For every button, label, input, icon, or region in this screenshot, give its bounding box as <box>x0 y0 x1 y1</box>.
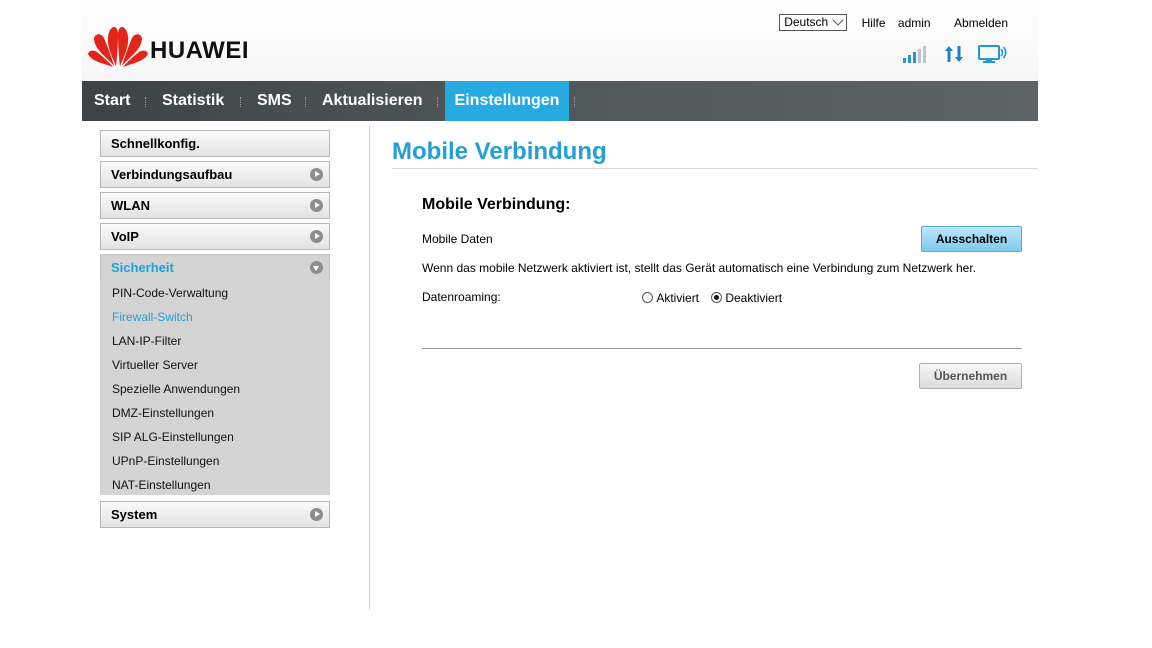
sidebar-item-wlan[interactable]: WLAN <box>100 192 330 219</box>
apply-button[interactable]: Übernehmen <box>919 363 1022 389</box>
sidebar-item-voip[interactable]: VoIP <box>100 223 330 250</box>
logout-link[interactable]: Abmelden <box>954 16 1008 30</box>
nav-separator <box>437 97 440 107</box>
nav-aktualisieren[interactable]: Aktualisieren <box>322 81 422 121</box>
data-transfer-icon <box>944 44 964 69</box>
sidebar-item-verbindungsaufbau[interactable]: Verbindungsaufbau <box>100 161 330 188</box>
chevron-down-icon <box>832 14 844 26</box>
router-web-ui: HUAWEI Deutsch Hilfe admin Abmelden Star… <box>82 0 1038 648</box>
sidebar-item-label: WLAN <box>111 198 150 213</box>
status-icons <box>893 44 1008 68</box>
mobile-data-off-button[interactable]: Ausschalten <box>921 226 1022 252</box>
roaming-option-disabled[interactable]: Deaktiviert <box>711 290 782 305</box>
sidebar-item-sicherheit[interactable]: Sicherheit <box>100 254 330 281</box>
help-link[interactable]: Hilfe <box>862 16 886 30</box>
submenu-item-firewall-switch[interactable]: Firewall-Switch <box>112 310 193 324</box>
radio-enabled-label: Aktiviert <box>656 290 700 305</box>
submenu-item-pin-code[interactable]: PIN-Code-Verwaltung <box>112 286 228 300</box>
nav-statistik[interactable]: Statistik <box>162 81 224 121</box>
radio-disabled-label: Deaktiviert <box>725 290 783 305</box>
section-title: Mobile Verbindung: <box>422 196 571 213</box>
chevron-down-icon <box>310 261 323 274</box>
top-links: Deutsch Hilfe admin Abmelden <box>779 14 1012 31</box>
huawei-flower-icon <box>88 27 148 67</box>
sidebar-item-label: System <box>111 507 158 522</box>
nav-separator <box>145 97 148 107</box>
sidebar-item-system[interactable]: System <box>100 501 330 528</box>
nav-separator <box>240 97 243 107</box>
chevron-right-icon <box>310 230 323 243</box>
sidebar-item-label: Sicherheit <box>111 260 174 275</box>
nav-start[interactable]: Start <box>94 81 130 121</box>
sidebar-divider <box>369 125 370 610</box>
mobile-data-label: Mobile Daten <box>422 232 493 246</box>
page-title: Mobile Verbindung <box>392 138 607 165</box>
nav-separator <box>305 97 308 107</box>
submenu-item-special-apps[interactable]: Spezielle Anwendungen <box>112 382 240 396</box>
submenu-item-nat[interactable]: NAT-Einstellungen <box>112 478 211 492</box>
roaming-label: Datenroaming: <box>422 290 501 304</box>
submenu-item-dmz[interactable]: DMZ-Einstellungen <box>112 406 214 420</box>
chevron-right-icon <box>310 168 323 181</box>
title-divider <box>392 168 1038 169</box>
content-divider <box>422 348 1022 349</box>
user-name: admin <box>897 15 931 30</box>
monitor-connection-icon <box>978 44 1008 69</box>
language-value: Deutsch <box>784 15 829 30</box>
chevron-right-icon <box>310 508 323 521</box>
main-nav: Start Statistik SMS Aktualisieren Einste… <box>82 81 1038 121</box>
brand-name: HUAWEI <box>150 37 249 64</box>
nav-sms[interactable]: SMS <box>257 81 292 121</box>
language-select[interactable]: Deutsch <box>779 14 848 31</box>
header: HUAWEI Deutsch Hilfe admin Abmelden <box>82 0 1038 81</box>
radio-enabled[interactable] <box>642 292 653 304</box>
radio-disabled[interactable] <box>711 292 722 304</box>
sidebar-item-label: Schnellkonfig. <box>111 136 200 151</box>
submenu-item-virtual-server[interactable]: Virtueller Server <box>112 358 198 372</box>
signal-strength-icon <box>903 45 929 68</box>
submenu-item-upnp[interactable]: UPnP-Einstellungen <box>112 454 219 468</box>
submenu-item-lan-ip-filter[interactable]: LAN-IP-Filter <box>112 334 181 348</box>
nav-einstellungen[interactable]: Einstellungen <box>445 81 569 121</box>
sidebar-item-label: Verbindungsaufbau <box>111 167 233 182</box>
roaming-option-enabled[interactable]: Aktiviert <box>642 290 699 305</box>
sicherheit-submenu: PIN-Code-Verwaltung Firewall-Switch LAN-… <box>100 280 330 495</box>
sidebar-item-schnellkonfig[interactable]: Schnellkonfig. <box>100 130 330 157</box>
nav-separator <box>574 97 577 107</box>
mobile-data-info: Wenn das mobile Netzwerk aktiviert ist, … <box>422 261 977 275</box>
submenu-item-sip-alg[interactable]: SIP ALG-Einstellungen <box>112 430 234 444</box>
chevron-right-icon <box>310 199 323 212</box>
sidebar-item-label: VoIP <box>111 229 139 244</box>
